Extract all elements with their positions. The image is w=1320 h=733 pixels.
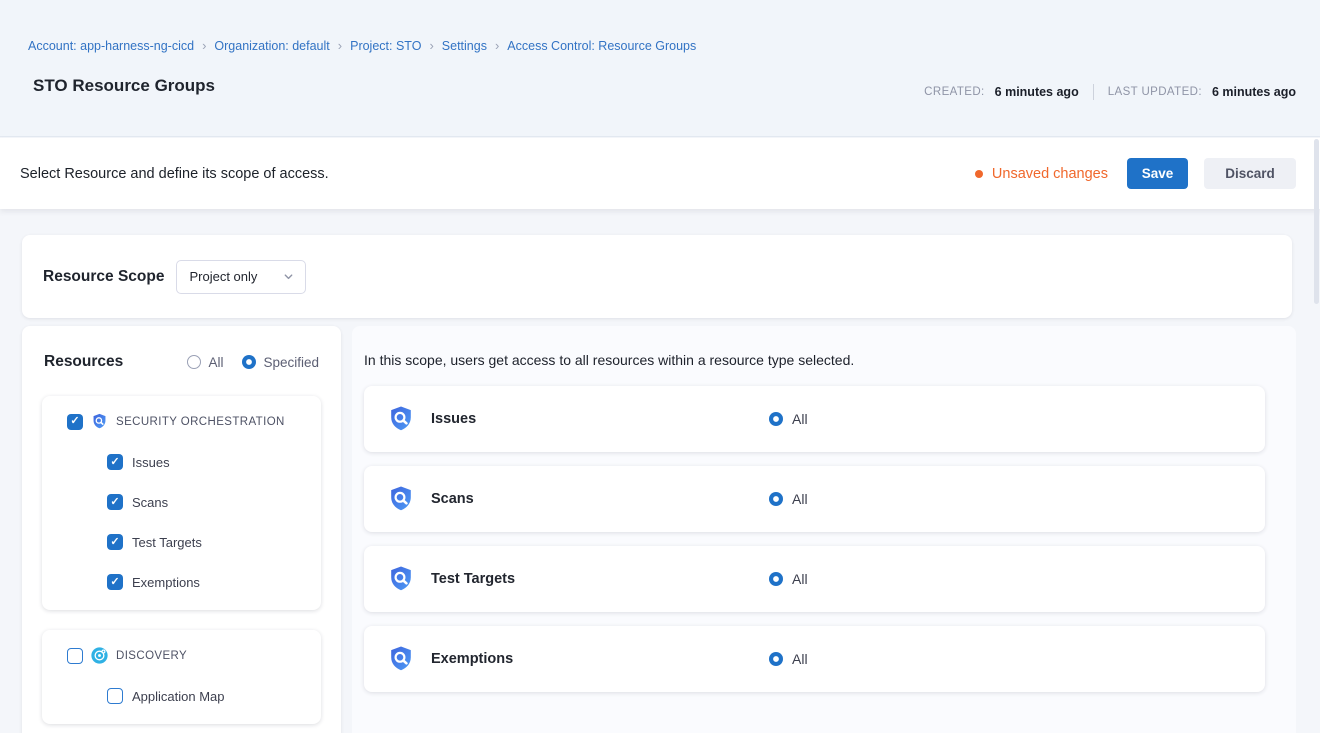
resources-heading: Resources [44,353,187,371]
resource-row-test-targets: Test Targets All [364,546,1265,612]
shield-search-icon [387,405,415,433]
resources-panel-header: Resources All Specified [22,326,341,371]
item-label: Scans [132,495,168,510]
access-radio-control[interactable] [769,572,783,586]
radio-all-label: All [208,355,223,370]
shield-search-icon [387,645,415,673]
group-header: DISCOVERY [67,647,321,664]
last-updated-label: LAST UPDATED: [1108,86,1202,98]
exemptions-checkbox[interactable]: ✓ [107,574,123,590]
access-radio-all[interactable]: All [769,571,808,587]
issues-checkbox[interactable]: ✓ [107,454,123,470]
page-title: STO Resource Groups [33,76,215,96]
breadcrumb-separator-icon: › [495,38,499,53]
breadcrumb-project[interactable]: Project: STO [350,39,421,53]
created-value: 6 minutes ago [995,85,1079,99]
resource-row-exemptions: Exemptions All [364,626,1265,692]
action-toolbar: Select Resource and define its scope of … [0,138,1320,209]
radio-specified[interactable]: Specified [242,355,319,370]
breadcrumb-separator-icon: › [338,38,342,53]
access-radio-control[interactable] [769,652,783,666]
item-label: Issues [132,455,170,470]
breadcrumb-account[interactable]: Account: app-harness-ng-cicd [28,39,194,53]
group-card-discovery: DISCOVERY Application Map [42,630,321,724]
scope-description: In this scope, users get access to all r… [352,326,1296,368]
breadcrumb-separator-icon: › [429,38,433,53]
group-items: Application Map [107,688,321,704]
resource-item-scans: ✓ Scans [107,494,321,510]
radio-specified-label: Specified [263,355,319,370]
shield-search-icon [387,565,415,593]
scans-checkbox[interactable]: ✓ [107,494,123,510]
access-radio-control[interactable] [769,412,783,426]
resource-scope-select[interactable]: Project only [176,260,306,294]
resources-panel: Resources All Specified ✓ [22,326,341,733]
shield-search-icon [387,485,415,513]
save-button[interactable]: Save [1127,158,1188,189]
page-header: Account: app-harness-ng-cicd › Organizat… [0,0,1320,137]
resource-item-application-map: Application Map [107,688,321,704]
breadcrumb: Account: app-harness-ng-cicd › Organizat… [28,38,696,53]
row-title: Exemptions [431,651,513,667]
resource-row-issues: Issues All [364,386,1265,452]
security-orchestration-checkbox[interactable]: ✓ [67,414,83,430]
scrollbar-thumb[interactable] [1314,139,1319,304]
group-card-security-orchestration: ✓ SECURITY ORCHESTRATION ✓ Issues [42,396,321,610]
radio-all[interactable]: All [187,355,223,370]
application-map-checkbox[interactable] [107,688,123,704]
row-title: Issues [431,411,476,427]
resource-rows: Issues All Scans All [364,386,1265,692]
resource-scope-card: Resource Scope Project only [22,235,1292,318]
unsaved-changes-indicator: Unsaved changes [975,166,1108,182]
breadcrumb-settings[interactable]: Settings [442,39,487,53]
resource-scope-heading: Resource Scope [43,268,164,286]
group-items: ✓ Issues ✓ Scans ✓ Test Targets ✓ Exempt… [107,454,321,590]
access-radio-label: All [792,651,808,667]
toolbar-description: Select Resource and define its scope of … [20,166,975,182]
unsaved-dot-icon [975,170,983,178]
item-label: Test Targets [132,535,202,550]
row-title: Test Targets [431,571,515,587]
radio-all-control[interactable] [187,355,201,369]
discovery-checkbox[interactable] [67,648,83,664]
item-label: Exemptions [132,575,200,590]
discard-button[interactable]: Discard [1204,158,1296,189]
meta-divider [1093,84,1094,100]
access-radio-all[interactable]: All [769,651,808,667]
shield-search-icon [91,413,108,430]
resource-item-exemptions: ✓ Exemptions [107,574,321,590]
created-label: CREATED: [924,86,985,98]
group-header: ✓ SECURITY ORCHESTRATION [67,413,321,430]
resource-group-detail-page: Account: app-harness-ng-cicd › Organizat… [0,0,1320,733]
last-updated-value: 6 minutes ago [1212,85,1296,99]
radar-icon [91,647,108,664]
access-radio-all[interactable]: All [769,491,808,507]
resource-item-test-targets: ✓ Test Targets [107,534,321,550]
resource-row-scans: Scans All [364,466,1265,532]
resource-scope-selected-value: Project only [189,269,257,284]
breadcrumb-organization[interactable]: Organization: default [214,39,329,53]
access-radio-all[interactable]: All [769,411,808,427]
chevron-down-icon [283,271,294,282]
test-targets-checkbox[interactable]: ✓ [107,534,123,550]
breadcrumb-access-control[interactable]: Access Control: Resource Groups [507,39,696,53]
scope-detail-panel: In this scope, users get access to all r… [352,326,1296,733]
timestamps-meta: CREATED: 6 minutes ago LAST UPDATED: 6 m… [924,84,1296,100]
resource-item-issues: ✓ Issues [107,454,321,470]
breadcrumb-separator-icon: › [202,38,206,53]
access-radio-label: All [792,491,808,507]
unsaved-changes-label: Unsaved changes [992,166,1108,182]
access-radio-label: All [792,571,808,587]
access-radio-label: All [792,411,808,427]
row-title: Scans [431,491,474,507]
access-radio-control[interactable] [769,492,783,506]
group-label: SECURITY ORCHESTRATION [116,416,285,428]
resources-mode-radio-group: All Specified [187,355,319,370]
item-label: Application Map [132,689,225,704]
radio-specified-control[interactable] [242,355,256,369]
group-label: DISCOVERY [116,650,187,662]
